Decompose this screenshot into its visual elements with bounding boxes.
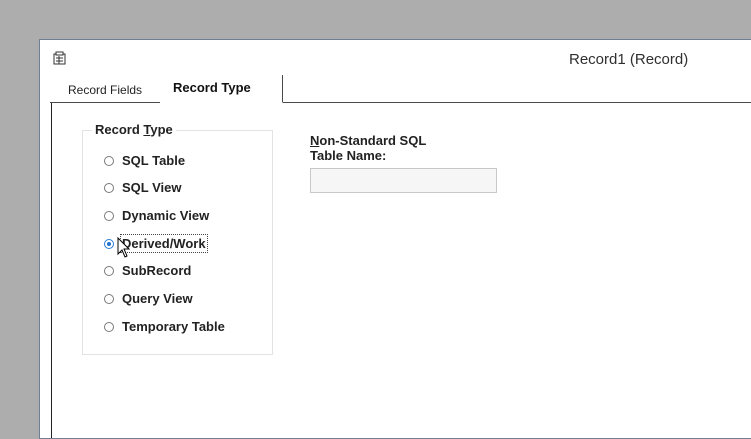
record-type-panel: Record Type SQL Table SQL View Dynamic V… [51, 103, 751, 438]
radio-query-view[interactable]: Query View [104, 291, 193, 309]
radio-button[interactable] [104, 294, 114, 304]
radio-button[interactable] [104, 156, 114, 166]
title-bar[interactable]: Record1 (Record) [40, 40, 751, 73]
radio-sql-table[interactable]: SQL Table [104, 153, 185, 171]
radio-button[interactable] [104, 211, 114, 221]
radio-button[interactable] [104, 322, 114, 332]
window-title: Record1 (Record) [569, 51, 689, 68]
radio-button[interactable] [104, 266, 114, 276]
radio-button-selected[interactable] [104, 239, 114, 249]
radio-temporary-table[interactable]: Temporary Table [104, 319, 225, 337]
radio-dynamic-view[interactable]: Dynamic View [104, 208, 209, 226]
tab-record-fields[interactable]: Record Fields [50, 75, 158, 101]
sql-table-name-label: Non-Standard SQL Table Name: [310, 133, 427, 163]
record-type-group: Record Type SQL Table SQL View Dynamic V… [82, 122, 273, 355]
radio-sql-view[interactable]: SQL View [104, 180, 182, 198]
record-window: Record1 (Record) Record Fields Record Ty… [39, 39, 751, 439]
radio-button[interactable] [104, 183, 114, 193]
radio-derived-work[interactable]: Derived/Work [104, 234, 208, 254]
tab-record-type[interactable]: Record Type [160, 75, 283, 103]
sql-table-name-input[interactable] [310, 168, 497, 193]
radio-subrecord[interactable]: SubRecord [104, 263, 191, 281]
record-type-group-label: Record Type [92, 122, 176, 137]
tab-strip: Record Fields Record Type [50, 75, 751, 103]
document-icon [53, 51, 66, 65]
